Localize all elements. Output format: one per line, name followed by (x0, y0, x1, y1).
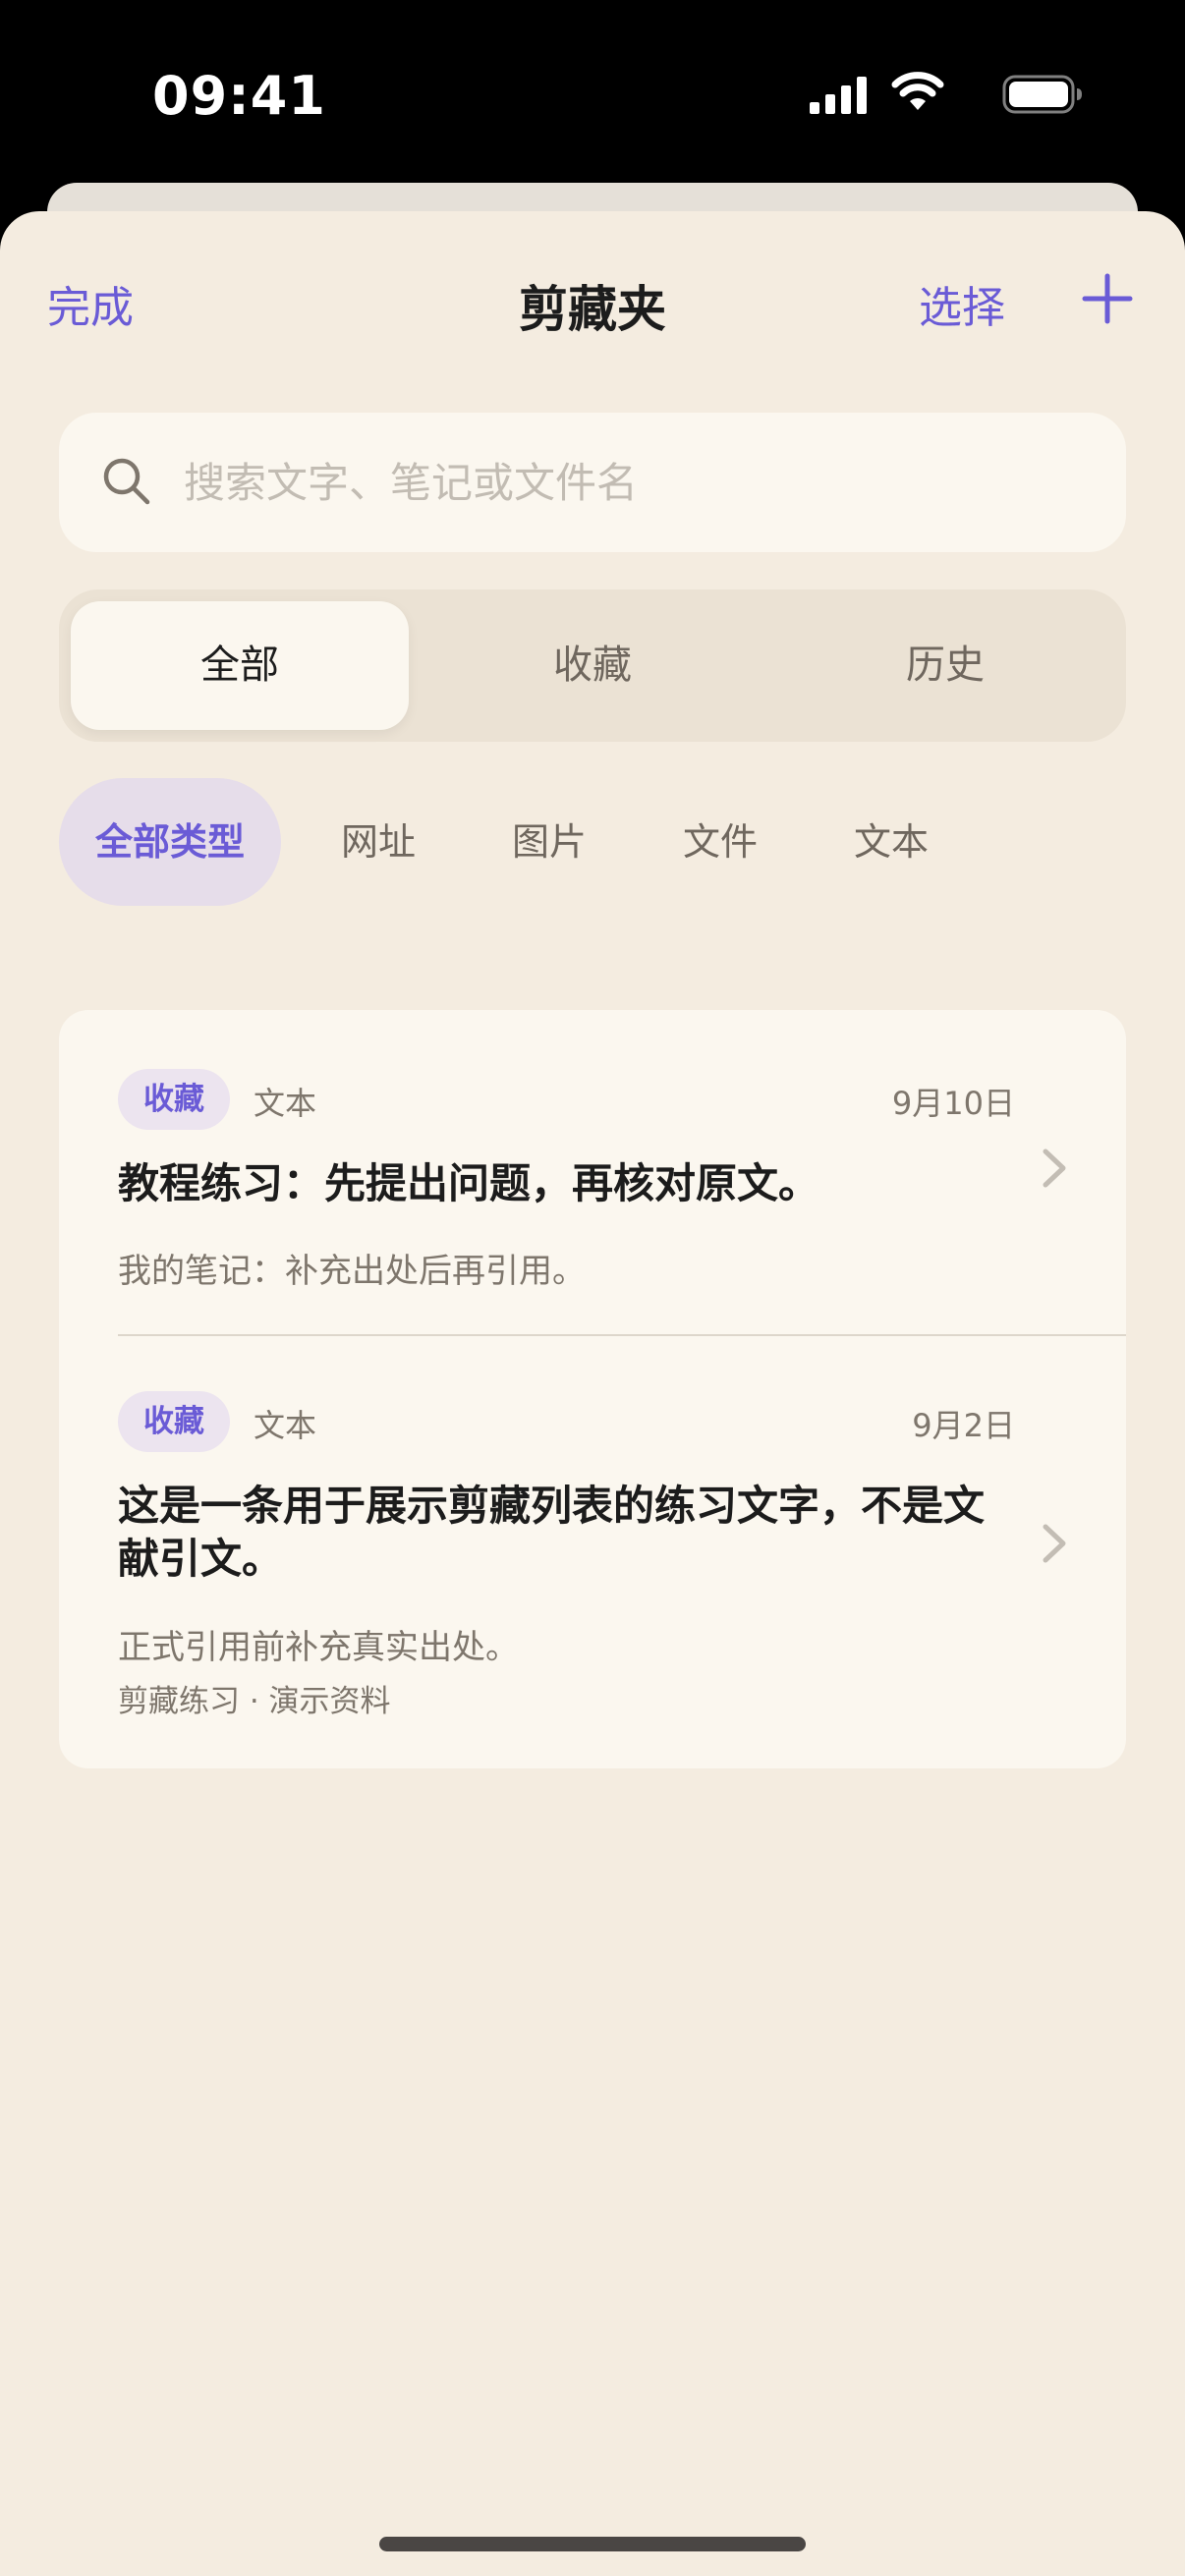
filter-url[interactable]: 网址 (324, 778, 432, 906)
favorite-badge: 收藏 (118, 1391, 230, 1452)
status-bar: 09:41 (0, 0, 1185, 187)
item-title: 这是一条用于展示剪藏列表的练习文字，不是文献引文。 (118, 1482, 986, 1583)
favorite-badge: 收藏 (118, 1069, 230, 1130)
item-type: 文本 (254, 1407, 317, 1444)
search-input[interactable] (182, 442, 1070, 523)
filter-image[interactable]: 图片 (495, 778, 603, 906)
home-indicator (379, 2537, 806, 2551)
item-note: 我的笔记：补充出处后再引用。 (118, 1252, 586, 1291)
segment-favorites[interactable]: 收藏 (423, 601, 762, 730)
chevron-right-icon (1043, 1524, 1066, 1563)
filter-file[interactable]: 文件 (666, 778, 774, 906)
list-item[interactable]: 收藏 文本 9月10日 教程练习：先提出问题，再核对原文。 我的笔记：补充出处后… (59, 1010, 1126, 1334)
cellular-signal-icon (810, 77, 867, 114)
type-filter-bar: 全部类型 网址 图片 文件 文本 (59, 778, 1126, 906)
item-date: 9月2日 (912, 1407, 1015, 1444)
search-icon (103, 458, 150, 505)
clippings-list: 收藏 文本 9月10日 教程练习：先提出问题，再核对原文。 我的笔记：补充出处后… (59, 1010, 1126, 1768)
select-button[interactable]: 选择 (919, 272, 1005, 335)
filter-all-types[interactable]: 全部类型 (59, 778, 281, 906)
list-item[interactable]: 收藏 文本 9月2日 这是一条用于展示剪藏列表的练习文字，不是文献引文。 正式引… (59, 1335, 1126, 1768)
battery-icon (1002, 75, 1082, 114)
page-title: 剪藏夹 (519, 281, 666, 338)
item-note: 正式引用前补充真实出处。 (118, 1628, 519, 1667)
segment-all[interactable]: 全部 (71, 601, 409, 730)
add-icon[interactable] (1081, 272, 1134, 325)
chevron-right-icon (1043, 1148, 1066, 1188)
item-meta: 剪藏练习 · 演示资料 (118, 1684, 391, 1719)
filter-text[interactable]: 文本 (837, 778, 945, 906)
scope-segmented-control: 全部 收藏 历史 (59, 589, 1126, 742)
item-type: 文本 (254, 1085, 317, 1122)
segment-history[interactable]: 历史 (776, 601, 1114, 730)
item-date: 9月10日 (891, 1085, 1015, 1122)
status-time: 09:41 (152, 65, 326, 127)
search-bar[interactable] (59, 413, 1126, 552)
clippings-sheet: 完成 剪藏夹 选择 全部 收藏 历史 全部类型 网址 图片 文件 文本 收藏 文… (0, 211, 1185, 2576)
wifi-icon (891, 72, 944, 110)
item-title: 教程练习：先提出问题，再核对原文。 (118, 1159, 820, 1207)
